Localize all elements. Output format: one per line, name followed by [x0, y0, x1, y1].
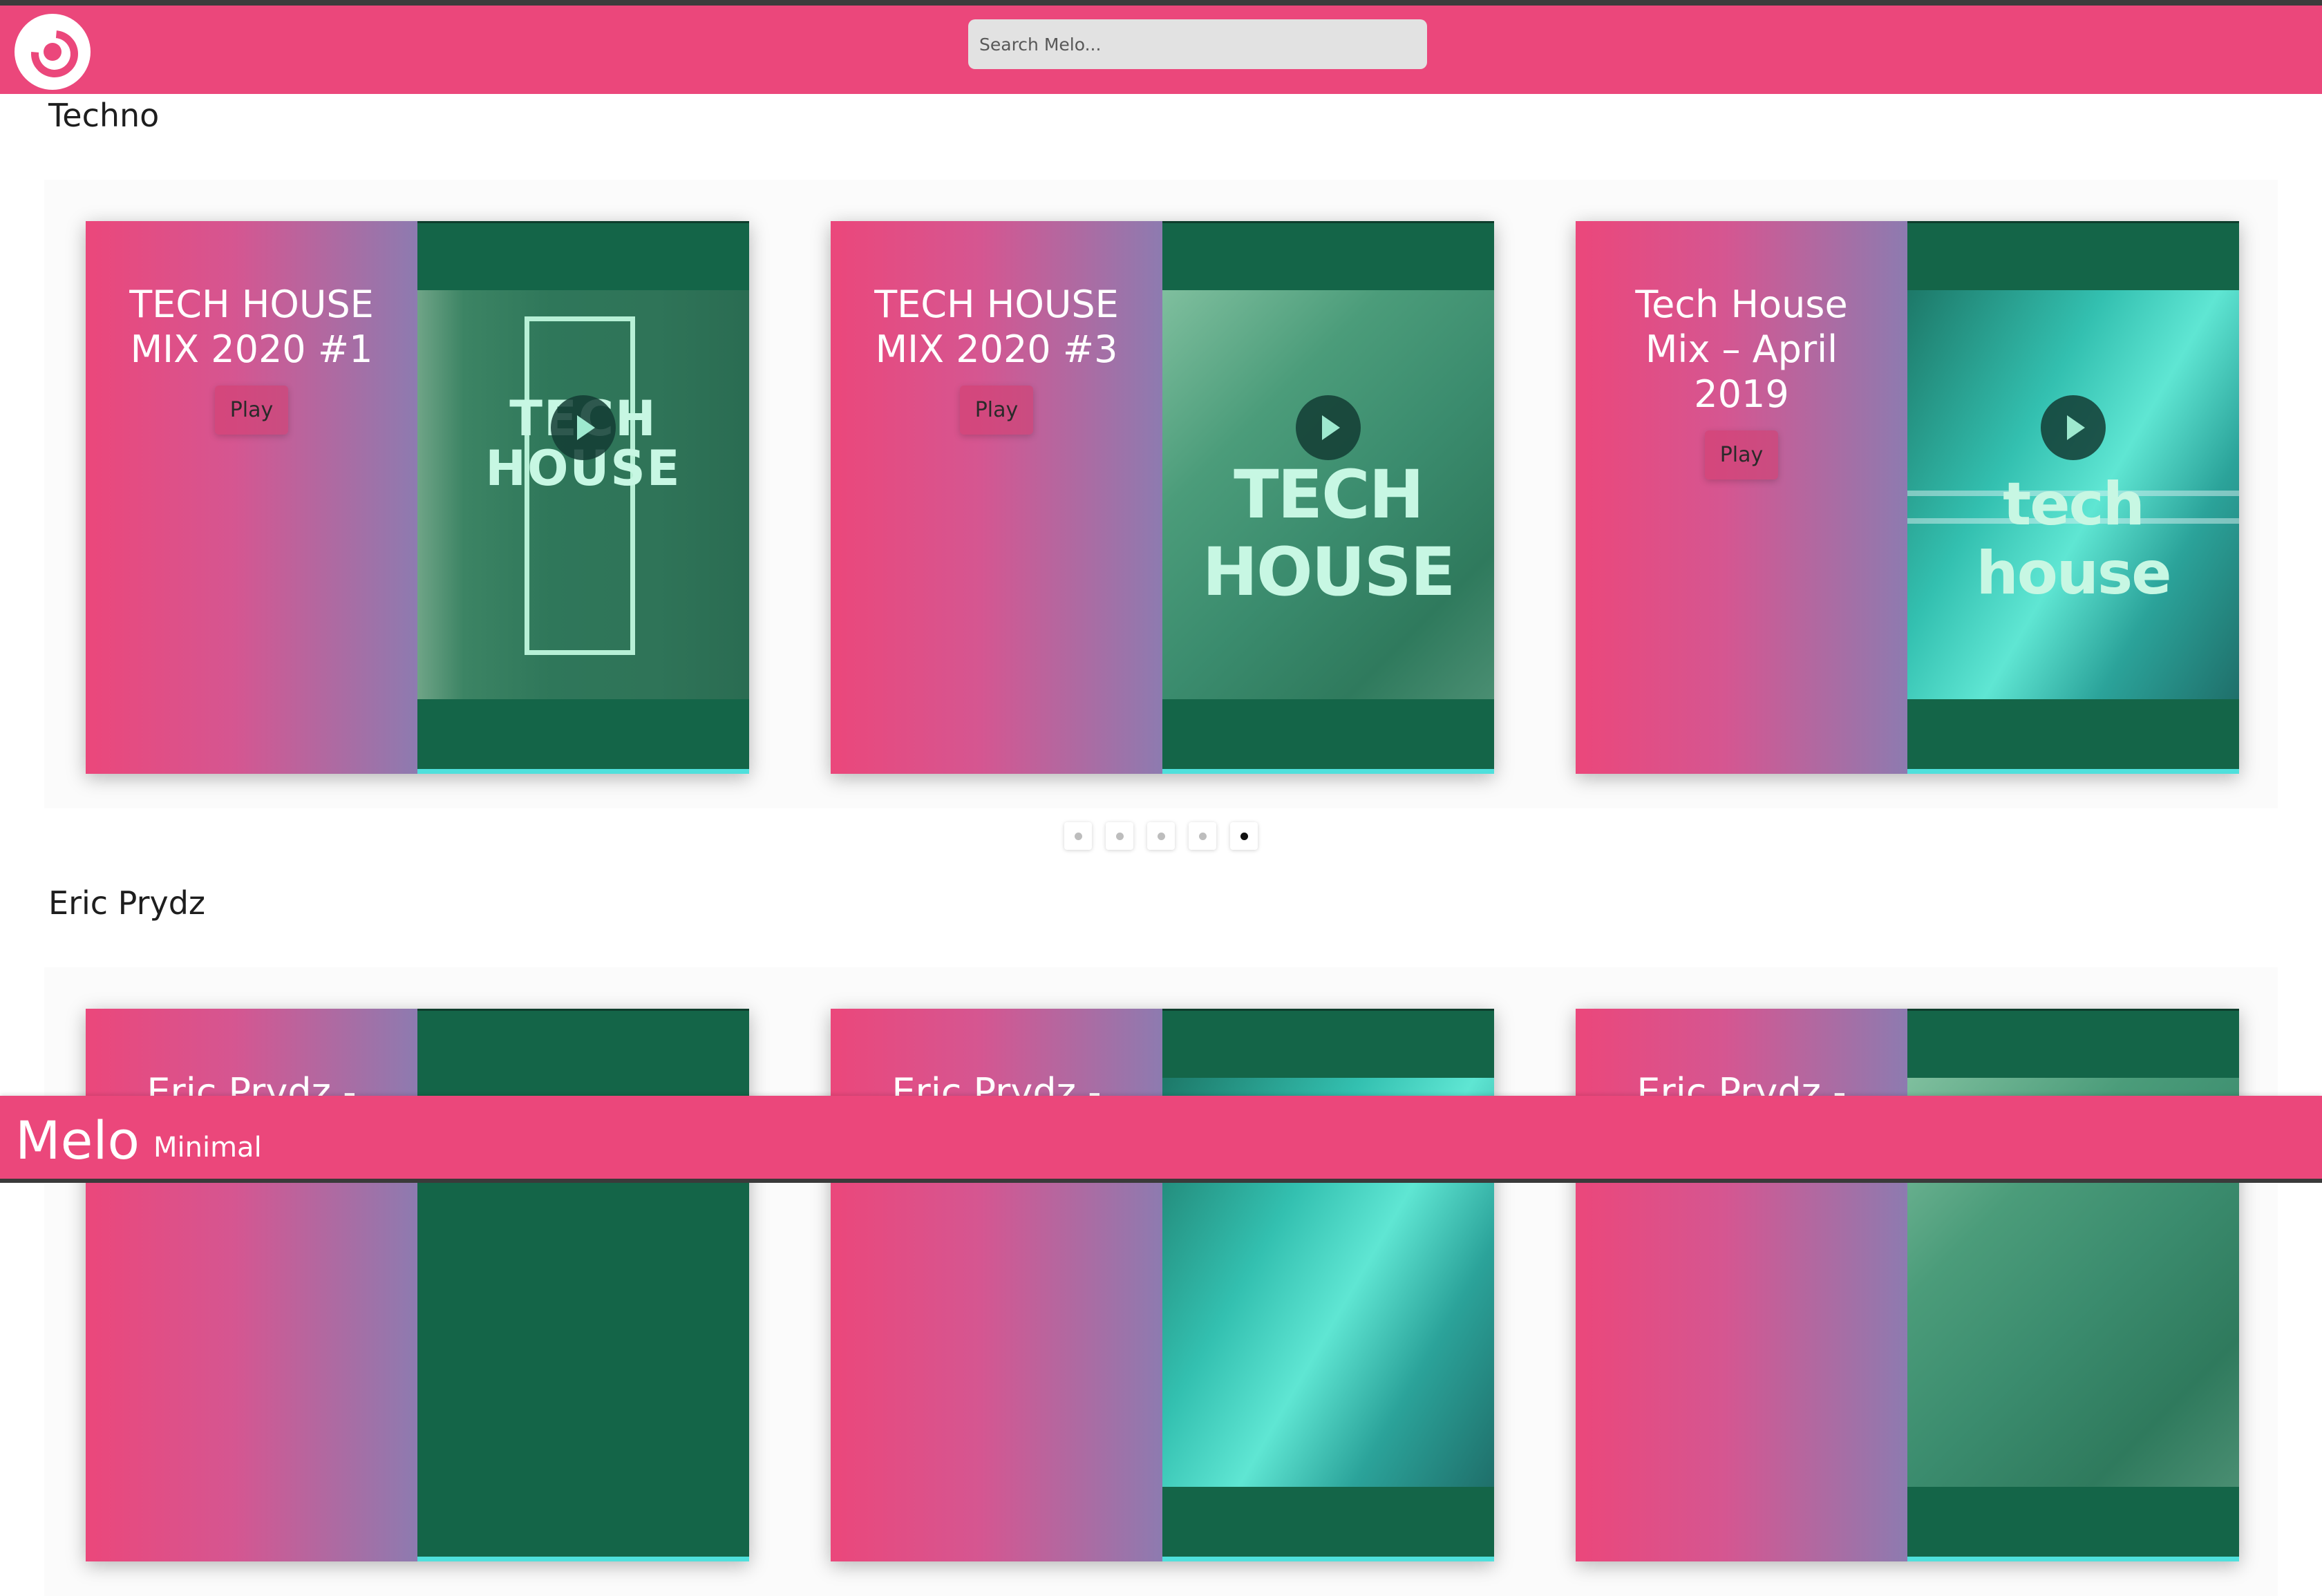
card-artwork [1162, 1009, 1494, 1561]
mix-card[interactable]: Eric Prydz - [86, 1009, 749, 1561]
section-title-techno: Techno [48, 97, 160, 134]
card-info: Eric Prydz - [86, 1009, 417, 1561]
card-title: TECH HOUSE MIX 2020 #1 [129, 283, 374, 371]
cover-text: TECH HOUSE [1202, 456, 1456, 611]
search-input[interactable] [968, 19, 1427, 69]
section-title-eric-prydz: Eric Prydz [48, 884, 206, 922]
player-bar: Melo Minimal [0, 1096, 2322, 1179]
cover-image: tech house [1907, 290, 2239, 699]
window-bottom-edge [0, 1179, 2322, 1183]
mix-card[interactable]: Eric Prydz - [831, 1009, 1494, 1561]
cover-image: TECH HOUSE [417, 290, 749, 699]
card-artwork: TECH HOUSE [1162, 221, 1494, 774]
mix-card[interactable]: Eric Prydz - [1576, 1009, 2239, 1561]
play-overlay-icon[interactable] [1296, 395, 1361, 460]
play-button[interactable]: Play [214, 386, 289, 435]
techno-carousel: TECH HOUSE MIX 2020 #1 Play TECH HOUSE T… [44, 180, 2278, 808]
pagination-dot-1[interactable] [1064, 822, 1092, 850]
cover-text: tech house [1976, 470, 2171, 608]
mix-card[interactable]: Tech House Mix – April 2019 Play tech ho… [1576, 221, 2239, 774]
mix-card[interactable]: TECH HOUSE MIX 2020 #1 Play TECH HOUSE [86, 221, 749, 774]
card-info: TECH HOUSE MIX 2020 #1 Play [86, 221, 417, 774]
card-info: TECH HOUSE MIX 2020 #3 Play [831, 221, 1162, 774]
card-artwork: TECH HOUSE [417, 221, 749, 774]
card-info: Tech House Mix – April 2019 Play [1576, 221, 1907, 774]
play-overlay-icon[interactable] [2041, 395, 2106, 460]
vinyl-logo-icon[interactable] [15, 14, 91, 90]
play-button[interactable]: Play [959, 386, 1034, 435]
pagination-dot-4[interactable] [1189, 822, 1216, 850]
carousel-pagination [1064, 822, 1258, 850]
brand-name: Melo [15, 1110, 140, 1171]
cover-image: TECH HOUSE [1162, 290, 1494, 699]
card-artwork [1907, 1009, 2239, 1561]
card-artwork: tech house [1907, 221, 2239, 774]
top-bar [0, 6, 2322, 94]
pagination-dot-3[interactable] [1147, 822, 1175, 850]
brand-tagline: Minimal [153, 1132, 262, 1163]
window-top-edge [0, 0, 2322, 6]
card-artwork [417, 1009, 749, 1561]
logo-center-dot [44, 43, 62, 61]
card-info: Eric Prydz - [831, 1009, 1162, 1561]
pagination-dot-2[interactable] [1106, 822, 1133, 850]
card-title: Tech House Mix – April 2019 [1635, 283, 1848, 416]
mix-card[interactable]: TECH HOUSE MIX 2020 #3 Play TECH HOUSE [831, 221, 1494, 774]
eric-prydz-carousel: Eric Prydz - Eric Prydz - Eric Prydz - [44, 967, 2278, 1596]
card-info: Eric Prydz - [1576, 1009, 1907, 1561]
play-button[interactable]: Play [1704, 430, 1779, 479]
pagination-dot-5[interactable] [1230, 822, 1258, 850]
card-title: TECH HOUSE MIX 2020 #3 [874, 283, 1119, 371]
play-overlay-icon[interactable] [551, 395, 616, 460]
